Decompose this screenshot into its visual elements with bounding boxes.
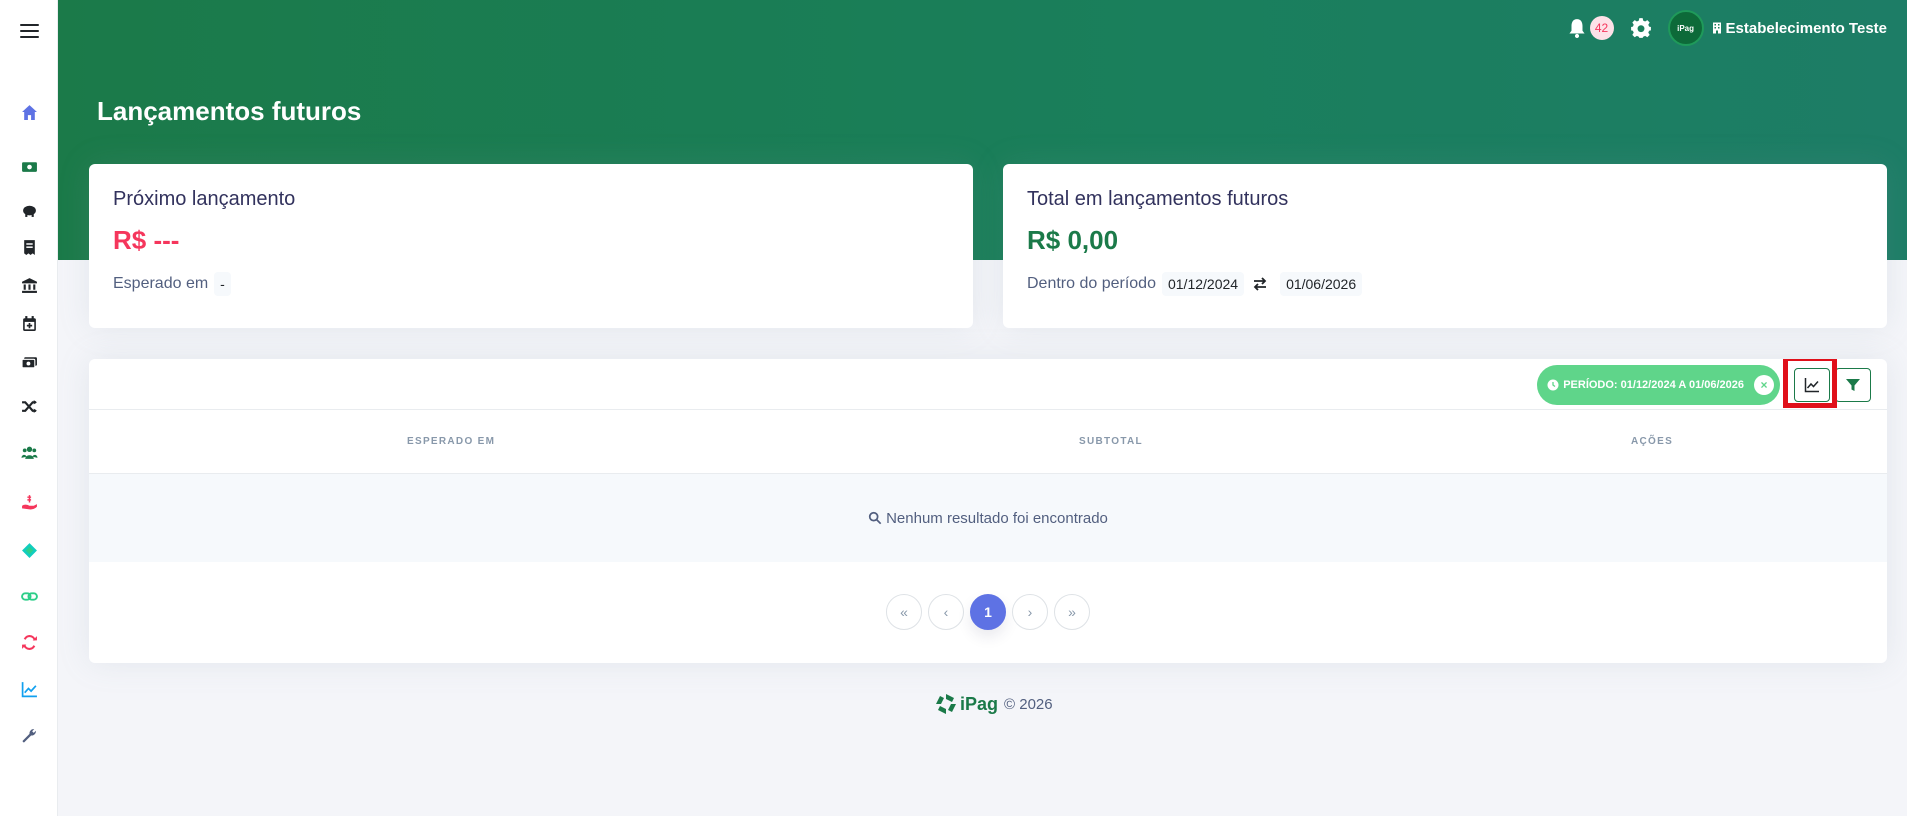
next-launch-card: Próximo lançamento R$ --- Esperado em -	[89, 164, 973, 328]
sidebar-item-receipt[interactable]	[19, 237, 40, 258]
filter-button[interactable]	[1835, 368, 1871, 402]
notification-badge[interactable]: 42	[1589, 16, 1614, 40]
link-icon	[21, 592, 38, 601]
next-launch-label: Próximo lançamento	[113, 188, 296, 210]
column-expected-on[interactable]: ESPERADO EM	[407, 436, 495, 447]
bank-icon	[22, 278, 37, 293]
period-start-date: 01/12/2024	[1161, 272, 1245, 296]
wrench-icon	[22, 729, 36, 743]
footer: iPag © 2026	[934, 692, 1053, 716]
column-subtotal[interactable]: SUBTOTAL	[1079, 436, 1143, 447]
page-title: Lançamentos futuros	[97, 96, 362, 126]
money-bills-icon	[21, 357, 37, 369]
future-launches-table-card: PERÍODO: 01/12/2024 A 01/06/2026 × ESPER…	[89, 359, 1887, 663]
page-last-button[interactable]: »	[1054, 594, 1090, 630]
sidebar-item-sync[interactable]	[19, 632, 40, 653]
footer-logo[interactable]: iPag	[934, 692, 998, 716]
expected-on-label: Esperado em	[113, 275, 209, 292]
sidebar-item-users[interactable]	[19, 442, 40, 463]
page-1-button[interactable]: 1	[970, 594, 1006, 630]
sidebar-item-bank[interactable]	[19, 275, 40, 296]
sidebar-item-hand-dollar[interactable]	[19, 492, 40, 513]
ipag-logo-icon	[936, 694, 956, 714]
period-filter-chip: PERÍODO: 01/12/2024 A 01/06/2026 ×	[1537, 365, 1780, 405]
shuffle-icon	[22, 400, 37, 413]
next-launch-sub: Esperado em -	[113, 272, 949, 296]
home-icon	[22, 105, 37, 120]
footer-copyright: © 2026	[1004, 695, 1053, 713]
swap-arrows-icon	[1253, 277, 1267, 291]
chart-line-icon	[21, 682, 37, 698]
money-bill-icon	[22, 162, 37, 172]
sidebar-item-chart[interactable]	[19, 679, 40, 700]
total-future-label: Total em lançamentos futuros	[1027, 188, 1289, 210]
piggy-bank-icon	[23, 205, 36, 217]
within-period-label: Dentro do período	[1027, 275, 1156, 292]
establishment-menu[interactable]: Estabelecimento Teste	[1712, 20, 1887, 37]
sidebar-item-piggy-bank[interactable]	[19, 199, 40, 220]
gear-icon[interactable]	[1630, 17, 1652, 39]
total-future-card: Total em lançamentos futuros R$ 0,00 Den…	[1003, 164, 1887, 328]
calendar-plus-icon	[23, 316, 36, 331]
table-toolbar: PERÍODO: 01/12/2024 A 01/06/2026 ×	[89, 359, 1887, 410]
page-next-button[interactable]: ›	[1012, 594, 1048, 630]
bell-icon[interactable]	[1566, 17, 1588, 39]
receipt-icon	[24, 240, 35, 255]
period-chip-label: PERÍODO: 01/12/2024 A 01/06/2026	[1563, 379, 1744, 391]
avatar[interactable]: iPag	[1667, 10, 1704, 46]
pagination: « ‹ 1 › »	[89, 562, 1887, 662]
page-prev-button[interactable]: ‹	[928, 594, 964, 630]
diamond-icon	[22, 543, 37, 558]
total-future-value: R$ 0,00	[1027, 225, 1119, 255]
sidebar-item-link[interactable]	[19, 586, 40, 607]
empty-results-row: Nenhum resultado foi encontrado	[89, 474, 1887, 562]
page-first-button[interactable]: «	[886, 594, 922, 630]
users-icon	[21, 446, 38, 459]
empty-results-message: Nenhum resultado foi encontrado	[886, 509, 1108, 527]
sidebar-item-calendar[interactable]	[19, 313, 40, 334]
period-sub: Dentro do período 01/12/2024 01/06/2026	[1027, 272, 1863, 296]
sidebar-item-money-bills[interactable]	[19, 352, 40, 373]
footer-brand: iPag	[960, 693, 999, 714]
expected-on-value: -	[214, 272, 231, 296]
period-end-date: 01/06/2026	[1280, 272, 1363, 296]
avatar-logo-text: iPag	[1677, 23, 1694, 33]
sidebar-item-diamond[interactable]	[19, 540, 40, 561]
column-actions: AÇÕES	[1631, 436, 1674, 447]
sync-icon	[22, 635, 37, 650]
sidebar-item-home[interactable]	[19, 102, 40, 123]
search-icon	[868, 511, 882, 525]
table-header: ESPERADO EM SUBTOTAL AÇÕES	[89, 410, 1887, 474]
period-chip-close-button[interactable]: ×	[1754, 375, 1774, 395]
sidebar-item-shuffle[interactable]	[19, 396, 40, 417]
sidebar	[0, 0, 58, 816]
highlight-box	[1783, 359, 1837, 408]
building-icon	[1712, 22, 1721, 34]
clock-icon	[1547, 379, 1559, 391]
sidebar-item-wrench[interactable]	[19, 725, 40, 746]
top-navbar: 42 iPag Estabelecimento Teste	[1566, 10, 1907, 46]
hamburger-menu-icon[interactable]	[20, 24, 39, 38]
hand-holding-dollar-icon	[22, 495, 37, 510]
next-launch-value: R$ ---	[113, 225, 180, 255]
sidebar-item-money[interactable]	[19, 156, 40, 177]
establishment-name: Estabelecimento Teste	[1725, 19, 1887, 37]
filter-icon	[1846, 379, 1860, 391]
